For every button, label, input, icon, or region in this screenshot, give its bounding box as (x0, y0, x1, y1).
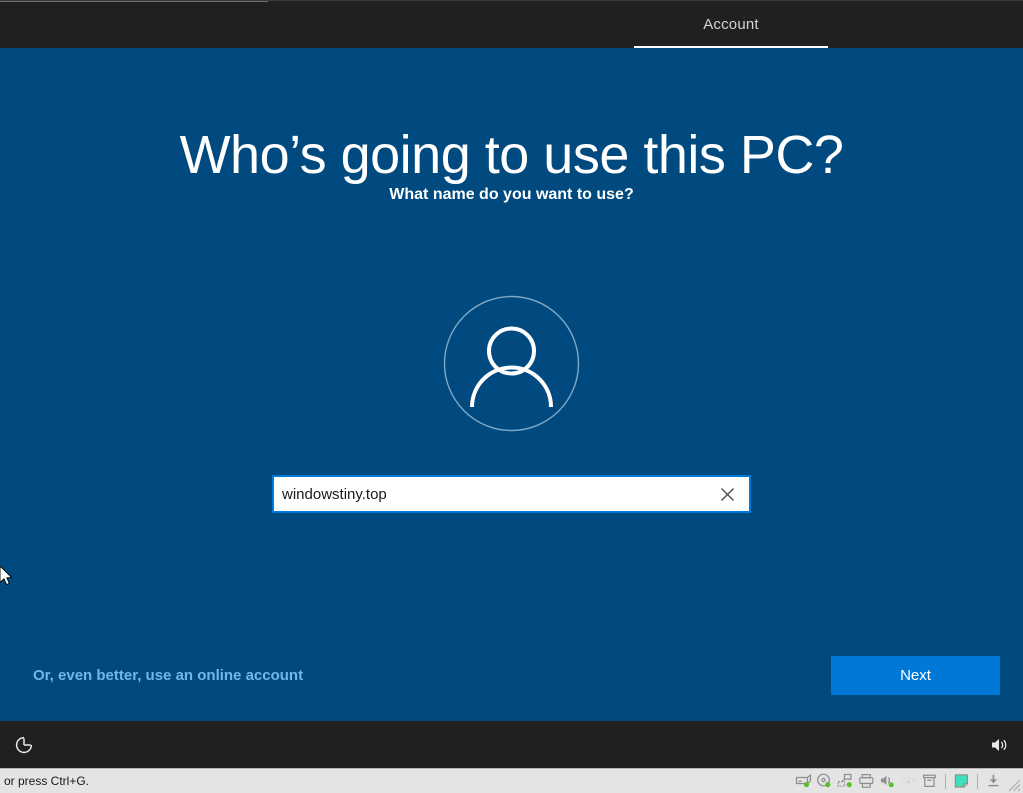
vm-status-bar: or press Ctrl+G. (0, 768, 1023, 793)
oobe-screen: Account Who’s going to use this PC? What… (0, 0, 1023, 793)
tab-account-label: Account (703, 16, 759, 33)
person-icon (443, 295, 580, 432)
close-icon[interactable] (705, 477, 749, 511)
name-field-container[interactable] (272, 475, 751, 513)
shared-folder-icon[interactable] (919, 770, 940, 792)
online-account-link[interactable]: Or, even better, use an online account (33, 667, 303, 684)
optical-disc-icon[interactable] (814, 770, 835, 792)
main-content: Who’s going to use this PC? What name do… (0, 48, 1023, 721)
bottom-chrome-bar (0, 721, 1023, 768)
audio-icon[interactable] (877, 770, 898, 792)
tab-account[interactable]: Account (634, 1, 828, 48)
top-header-bar: Account (0, 0, 1023, 48)
next-button[interactable]: Next (831, 656, 1000, 695)
page-subtitle: What name do you want to use? (389, 186, 634, 203)
volume-icon[interactable] (989, 735, 1009, 755)
resize-grip[interactable] (1004, 770, 1021, 792)
name-input[interactable] (282, 478, 705, 510)
ease-of-access-icon[interactable] (14, 735, 34, 755)
printer-icon[interactable] (856, 770, 877, 792)
harddisk-icon[interactable] (793, 770, 814, 792)
status-icon-tray (793, 769, 1023, 793)
mouse-cursor (0, 565, 14, 588)
header-edge-line (0, 1, 268, 2)
status-divider (977, 773, 978, 789)
status-divider (945, 773, 946, 789)
network-icon[interactable] (835, 770, 856, 792)
usb-icon[interactable] (898, 770, 919, 792)
download-icon[interactable] (983, 770, 1004, 792)
note-icon[interactable] (951, 770, 972, 792)
page-title: Who’s going to use this PC? (179, 125, 844, 185)
status-message: or press Ctrl+G. (4, 774, 90, 788)
